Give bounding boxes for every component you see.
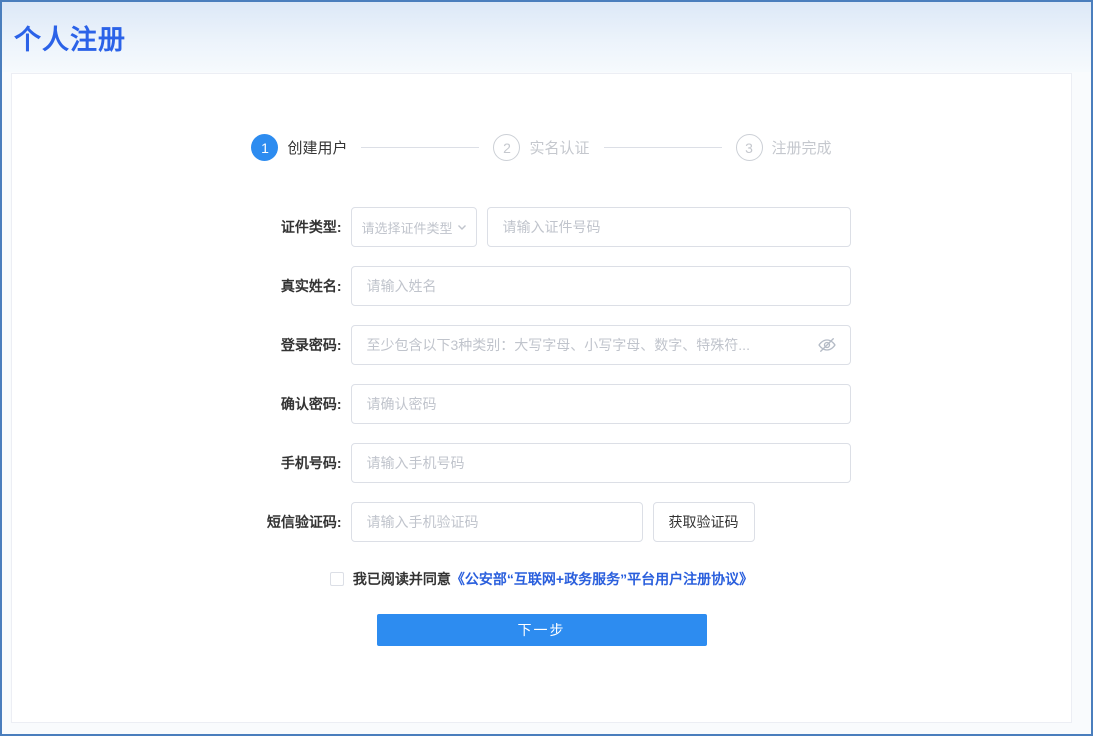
phone-label: 手机号码: bbox=[233, 453, 351, 473]
step-3-label: 注册完成 bbox=[772, 137, 832, 158]
cert-type-select[interactable]: 请选择证件类型 bbox=[351, 207, 477, 247]
step-real-name-auth: 2 实名认证 bbox=[493, 134, 589, 161]
real-name-label: 真实姓名: bbox=[233, 276, 351, 296]
step-2-label: 实名认证 bbox=[529, 137, 589, 158]
cert-number-input[interactable] bbox=[487, 207, 851, 247]
confirm-password-label: 确认密码: bbox=[233, 394, 351, 414]
step-registration-done: 3 注册完成 bbox=[736, 134, 832, 161]
step-1-label: 创建用户 bbox=[287, 137, 347, 158]
step-connector bbox=[604, 147, 722, 148]
cert-type-label: 证件类型: bbox=[233, 217, 351, 237]
form-row-phone: 手机号码: bbox=[233, 443, 851, 483]
agreement-text: 我已阅读并同意 bbox=[353, 569, 451, 589]
chevron-down-icon bbox=[456, 221, 468, 233]
step-connector bbox=[361, 147, 479, 148]
registration-page: 个人注册 1 创建用户 2 实名认证 3 注册完成 证件类型: 请选择证件 bbox=[0, 0, 1093, 736]
password-field-wrap bbox=[351, 325, 851, 365]
sms-code-input[interactable] bbox=[351, 502, 643, 542]
page-title: 个人注册 bbox=[14, 18, 126, 57]
next-step-button[interactable]: 下一步 bbox=[377, 614, 707, 646]
get-sms-code-button[interactable]: 获取验证码 bbox=[653, 502, 755, 542]
registration-form: 证件类型: 请选择证件类型 真实姓名: 登录密码: bbox=[233, 207, 851, 646]
form-row-cert-type: 证件类型: 请选择证件类型 bbox=[233, 207, 851, 247]
step-3-badge: 3 bbox=[736, 134, 763, 161]
stepper: 1 创建用户 2 实名认证 3 注册完成 bbox=[12, 134, 1071, 161]
form-row-confirm-password: 确认密码: bbox=[233, 384, 851, 424]
agreement-checkbox[interactable] bbox=[330, 572, 344, 586]
registration-card: 1 创建用户 2 实名认证 3 注册完成 证件类型: 请选择证件类型 bbox=[11, 73, 1072, 723]
form-row-password: 登录密码: bbox=[233, 325, 851, 365]
eye-slash-icon[interactable] bbox=[817, 334, 839, 356]
form-row-sms-code: 短信验证码: 获取验证码 bbox=[233, 502, 851, 542]
cert-type-select-placeholder: 请选择证件类型 bbox=[362, 218, 452, 237]
sms-code-label: 短信验证码: bbox=[233, 512, 351, 532]
page-header: 个人注册 bbox=[2, 2, 1091, 72]
agreement-link[interactable]: 《公安部“互联网+政务服务”平台用户注册协议》 bbox=[451, 569, 753, 589]
step-2-badge: 2 bbox=[493, 134, 520, 161]
password-input[interactable] bbox=[351, 325, 851, 365]
step-1-badge: 1 bbox=[251, 134, 278, 161]
step-create-user: 1 创建用户 bbox=[251, 134, 347, 161]
password-label: 登录密码: bbox=[233, 335, 351, 355]
confirm-password-input[interactable] bbox=[351, 384, 851, 424]
form-row-real-name: 真实姓名: bbox=[233, 266, 851, 306]
agreement-row: 我已阅读并同意 《公安部“互联网+政务服务”平台用户注册协议》 bbox=[233, 569, 851, 589]
phone-input[interactable] bbox=[351, 443, 851, 483]
real-name-input[interactable] bbox=[351, 266, 851, 306]
